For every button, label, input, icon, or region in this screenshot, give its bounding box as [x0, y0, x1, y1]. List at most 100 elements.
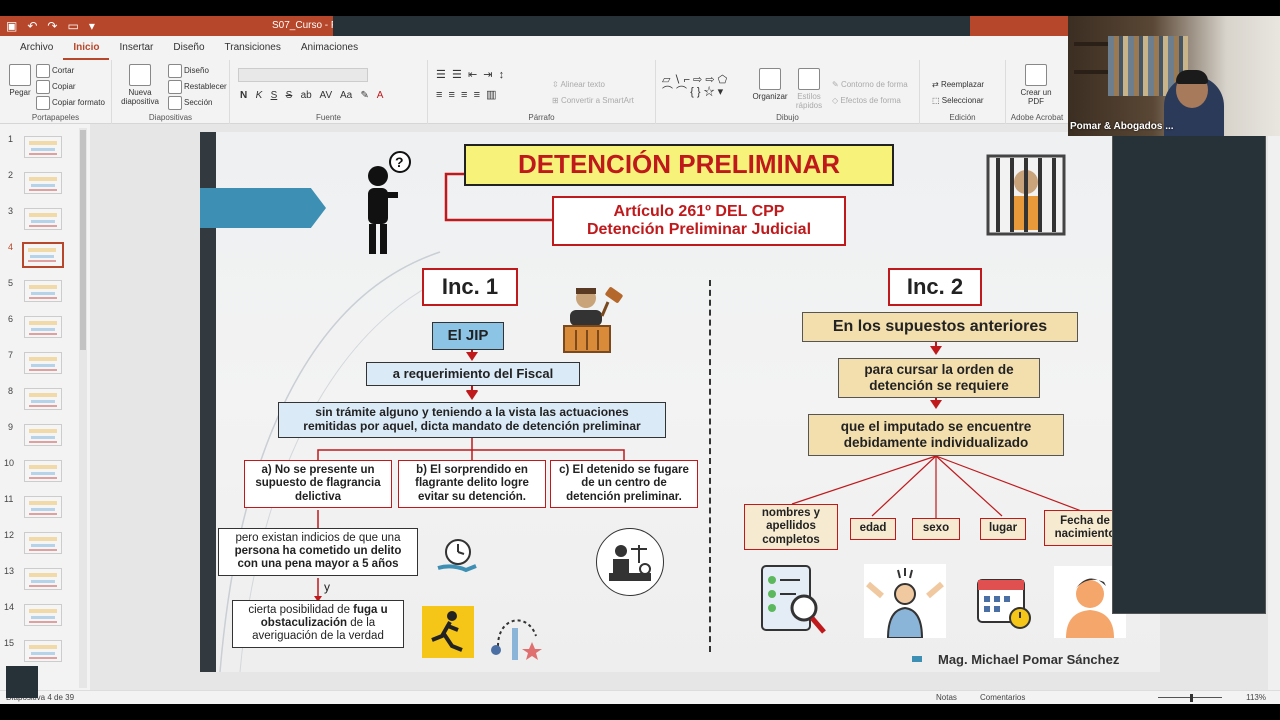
zoom-level[interactable]: 113% [1246, 693, 1266, 702]
group-slides: Nueva diapositiva Diseño Restablecer Sec… [112, 60, 230, 124]
group-acrobat: Crear un PDF Adobe Acrobat [1006, 60, 1068, 124]
group-font: N K S S ab AV Aa ✎ A Fuente [230, 60, 428, 124]
slide-thumbnail-1[interactable] [24, 136, 62, 158]
slide-thumbnail-12[interactable] [24, 532, 62, 554]
thumb-number: 11 [4, 494, 14, 504]
item-nombres: nombres y apellidos completos [744, 504, 838, 550]
font-name-combobox[interactable] [238, 68, 368, 82]
case-a-box: a) No se presente un supuesto de flagran… [244, 460, 392, 508]
notes-button[interactable]: Notas [936, 693, 957, 702]
zoom-slider-handle[interactable] [1190, 694, 1193, 702]
tab-insertar[interactable]: Insertar [109, 36, 163, 60]
paste-button[interactable]: Pegar [6, 64, 34, 97]
slide-thumbnail-11[interactable] [24, 496, 62, 518]
tramite-line-1: sin trámite alguno y teniendo a la vista… [315, 405, 629, 420]
slide-thumbnail-4[interactable] [22, 242, 64, 268]
brush-icon [36, 96, 50, 110]
cursar-box: para cursar la orden de detención se req… [838, 358, 1040, 398]
list-buttons[interactable]: ☰ ☰ ⇤ ⇥ ↕ [436, 68, 504, 81]
judge-gavel-icon [562, 282, 628, 354]
tab-diseno[interactable]: Diseño [163, 36, 214, 60]
participant-name: Pomar & Abogados ... [1070, 121, 1174, 132]
cut-button[interactable]: Cortar [36, 64, 74, 78]
group-clipboard: Pegar Cortar Copiar Copiar formato Porta… [0, 60, 112, 124]
italic-button[interactable]: K [256, 90, 263, 101]
item-edad: edad [850, 518, 896, 540]
section-button[interactable]: Sección [168, 96, 212, 110]
customize-icon[interactable]: ▾ [89, 19, 95, 33]
status-bar: Diapositiva 4 de 39 Notas Comentarios 11… [0, 690, 1280, 704]
inc2-label: Inc. 2 [888, 268, 982, 306]
slide-thumbnail-14[interactable] [24, 604, 62, 626]
small-video-tile [6, 666, 38, 698]
select-button[interactable]: ⬚ Seleccionar [932, 96, 984, 105]
thumb-number: 15 [4, 638, 15, 648]
slide-thumbnail-8[interactable] [24, 388, 62, 410]
shape-effects-button[interactable]: ◇ Efectos de forma [832, 96, 901, 105]
replace-button[interactable]: ⇄ Reemplazar [932, 80, 984, 89]
tab-inicio[interactable]: Inicio [63, 36, 110, 60]
thinking-person-icon: ? [360, 148, 414, 256]
font-format-buttons: N K S S ab AV Aa ✎ A [240, 90, 383, 101]
svg-text:?: ? [395, 154, 404, 170]
underline-button[interactable]: S [271, 90, 278, 101]
shapes-gallery[interactable]: ▱ ∖ ⌐ ⇨ ⇨ ⬠ ⌒ ⌒ { } ☆ ▾ [662, 74, 727, 98]
slide-thumbnail-3[interactable] [24, 208, 62, 230]
tab-archivo[interactable]: Archivo [10, 36, 63, 60]
pointing-hands-person-icon [864, 564, 946, 638]
create-pdf-button[interactable]: Crear un PDF [1020, 64, 1052, 106]
new-slide-button[interactable]: Nueva diapositiva [116, 64, 164, 106]
case-button[interactable]: Aa [340, 90, 352, 101]
strike-button[interactable]: S [286, 90, 293, 101]
shape-outline-button[interactable]: ✎ Contorno de forma [832, 80, 908, 89]
slide-thumbnail-5[interactable] [24, 280, 62, 302]
align-text-button[interactable]: ⇳ Alinear texto [552, 80, 605, 89]
slide-thumbnail-9[interactable] [24, 424, 62, 446]
video-feed[interactable]: Pomar & Abogados ... [1068, 16, 1280, 136]
canvas-scrollbar[interactable] [1268, 124, 1280, 690]
overlay-panel [1112, 136, 1266, 614]
bold-button[interactable]: N [240, 90, 247, 101]
slide-thumbnail-2[interactable] [24, 172, 62, 194]
supuestos-box: En los supuestos anteriores [802, 312, 1078, 342]
slide-thumbnail-13[interactable] [24, 568, 62, 590]
present-icon[interactable]: ▭ [67, 19, 78, 33]
save-icon[interactable]: ▣ [6, 19, 17, 33]
shadow-button[interactable]: ab [301, 90, 312, 101]
article-box: Artículo 261º DEL CPP Detención Prelimin… [552, 196, 846, 246]
thumb-number: 7 [8, 350, 14, 360]
layout-button[interactable]: Diseño [168, 64, 209, 78]
redo-icon[interactable]: ↷ [47, 19, 57, 33]
tab-transiciones[interactable]: Transiciones [215, 36, 291, 60]
arrange-button[interactable]: Organizar [752, 68, 788, 101]
running-person-icon [422, 606, 474, 658]
slide[interactable]: DETENCIÓN PRELIMINAR Artículo 261º DEL C… [200, 132, 1160, 672]
thumb-number: 1 [8, 134, 14, 144]
format-painter-button[interactable]: Copiar formato [36, 96, 105, 110]
slide-thumbnail-6[interactable] [24, 316, 62, 338]
align-buttons[interactable]: ≡ ≡ ≡ ≡ ▥ [436, 88, 497, 101]
thumb-number: 3 [8, 206, 14, 216]
thumb-number: 10 [4, 458, 15, 468]
thumbnail-scrollbar[interactable] [79, 128, 87, 688]
reset-button[interactable]: Restablecer [168, 80, 227, 94]
smartart-button[interactable]: ⊞ Convertir a SmartArt [552, 96, 634, 105]
tab-animaciones[interactable]: Animaciones [291, 36, 368, 60]
slide-thumbnail-7[interactable] [24, 352, 62, 374]
menu-bar: Archivo Inicio Insertar Diseño Transicio… [0, 36, 1068, 60]
quick-styles-button[interactable]: Estilos rápidos [792, 68, 826, 110]
comments-button[interactable]: Comentarios [980, 693, 1025, 702]
copy-button[interactable]: Copiar [36, 80, 76, 94]
slide-thumbnail-15[interactable] [24, 640, 62, 662]
slide-thumbnail-10[interactable] [24, 460, 62, 482]
requerimiento-box: a requerimiento del Fiscal [366, 362, 580, 386]
highlight-icon[interactable]: ✎ [361, 90, 369, 101]
inc1-label: Inc. 1 [422, 268, 518, 306]
group-paragraph: ☰ ☰ ⇤ ⇥ ↕ ≡ ≡ ≡ ≡ ▥ ⇳ Alinear texto ⊞ Co… [428, 60, 656, 124]
scrollbar-thumb[interactable] [80, 130, 86, 350]
calendar-clock-icon [974, 572, 1034, 632]
prisoner-jail-icon [986, 154, 1066, 236]
undo-icon[interactable]: ↶ [27, 19, 37, 33]
font-color-button[interactable]: A [377, 90, 384, 101]
spacing-button[interactable]: AV [320, 90, 333, 101]
